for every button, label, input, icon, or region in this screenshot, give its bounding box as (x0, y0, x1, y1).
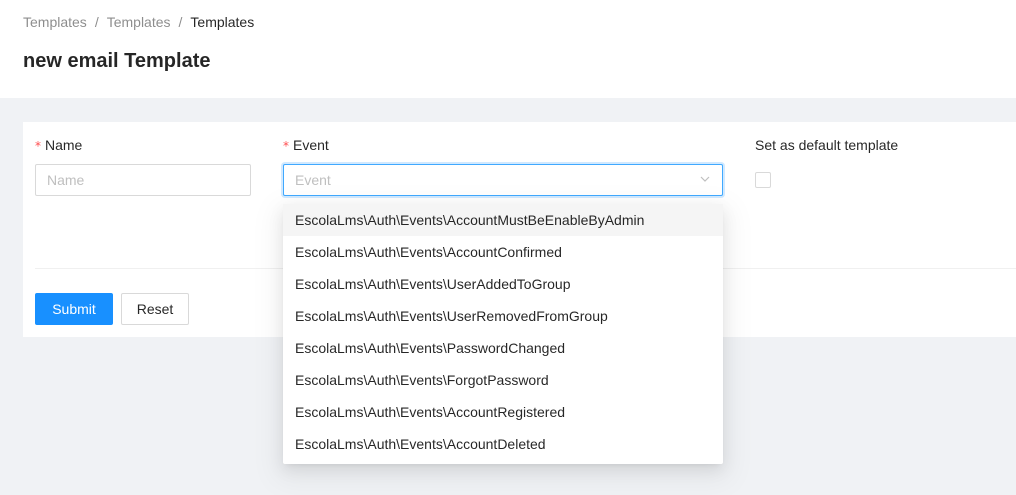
name-label-text: Name (45, 137, 83, 153)
breadcrumb-item-1[interactable]: Templates (23, 14, 87, 30)
breadcrumb-separator: / (178, 14, 183, 30)
required-mark: * (283, 139, 289, 153)
required-mark: * (35, 139, 41, 153)
page-header: Templates / Templates / Templates new em… (0, 0, 1016, 98)
name-label: * Name (35, 137, 82, 153)
event-option[interactable]: EscolaLms\Auth\Events\AccountDeleted (283, 428, 723, 460)
event-select-placeholder: Event (295, 172, 331, 188)
breadcrumb-item-current: Templates (190, 14, 255, 30)
reset-button[interactable]: Reset (121, 293, 189, 325)
breadcrumb: Templates / Templates / Templates (23, 14, 254, 30)
default-template-label: Set as default template (755, 137, 899, 153)
submit-button[interactable]: Submit (35, 293, 113, 325)
event-option[interactable]: EscolaLms\Auth\Events\UserAddedToGroup (283, 268, 723, 300)
page-title: new email Template (23, 50, 211, 72)
default-template-checkbox[interactable] (755, 172, 771, 188)
breadcrumb-separator: / (94, 14, 99, 30)
event-select[interactable]: Event (283, 164, 723, 196)
event-dropdown: EscolaLms\Auth\Events\AccountMustBeEnabl… (283, 204, 723, 464)
event-option[interactable]: EscolaLms\Auth\Events\AccountMustBeEnabl… (283, 204, 723, 236)
event-option[interactable]: EscolaLms\Auth\Events\UserRemovedFromGro… (283, 300, 723, 332)
name-input[interactable] (35, 164, 251, 196)
event-option[interactable]: EscolaLms\Auth\Events\PasswordChanged (283, 332, 723, 364)
event-label-text: Event (293, 137, 329, 153)
event-option[interactable]: EscolaLms\Auth\Events\AccountConfirmed (283, 236, 723, 268)
event-option[interactable]: EscolaLms\Auth\Events\ForgotPassword (283, 364, 723, 396)
chevron-down-icon (699, 172, 711, 188)
event-option[interactable]: EscolaLms\Auth\Events\AccountRegistered (283, 396, 723, 428)
breadcrumb-item-2[interactable]: Templates (107, 14, 171, 30)
event-label: * Event (283, 137, 329, 153)
